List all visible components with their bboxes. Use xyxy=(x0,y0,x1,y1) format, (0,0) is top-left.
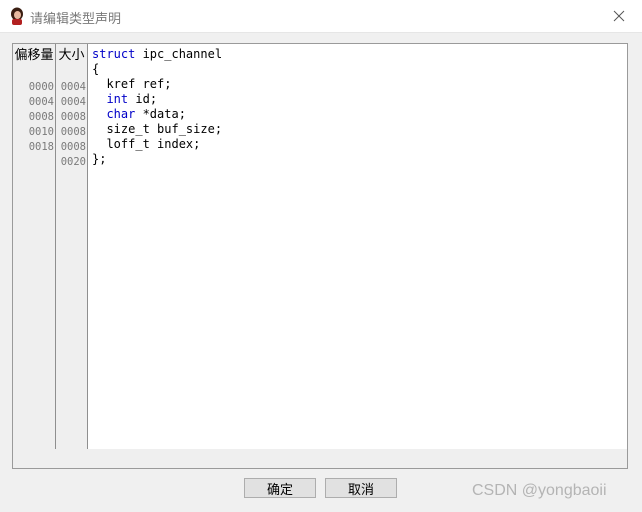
size-header: 大小 xyxy=(58,48,85,63)
size-value: 0008 xyxy=(60,141,86,153)
watermark: CSDN @yongbaoii xyxy=(472,482,607,499)
type-declaration-editor: 偏移量 0000 0004 0008 0010 0018 大小 0004 000… xyxy=(12,43,628,469)
offset-value: 0000 xyxy=(28,81,54,93)
avatar-icon xyxy=(11,7,23,25)
title-bar: 请编辑类型声明 xyxy=(0,0,642,33)
offset-header: 偏移量 xyxy=(14,48,54,63)
code-line: kref ref; xyxy=(92,77,172,91)
code-line: }; xyxy=(92,152,107,166)
offset-value: 0018 xyxy=(28,141,54,153)
size-value: 0008 xyxy=(60,126,86,138)
size-column: 大小 0004 0004 0008 0008 0008 0020 xyxy=(56,44,88,449)
keyword: struct xyxy=(92,47,136,61)
size-value: 0004 xyxy=(60,81,86,93)
close-button[interactable] xyxy=(596,0,642,32)
close-icon xyxy=(613,10,625,22)
offset-value: 0010 xyxy=(28,126,54,138)
code-line: size_t buf_size; xyxy=(92,122,223,136)
code-line: int id; xyxy=(88,92,627,107)
size-value: 0020 xyxy=(60,156,86,168)
code-text: ipc_channel xyxy=(135,47,223,61)
keyword: char xyxy=(106,107,136,121)
size-value: 0008 xyxy=(60,111,86,123)
ok-button[interactable]: 确定 xyxy=(244,478,316,498)
code-text: *data; xyxy=(135,107,186,121)
offset-column: 偏移量 0000 0004 0008 0010 0018 xyxy=(13,44,56,449)
code-text: id; xyxy=(128,92,158,106)
offset-value: 0004 xyxy=(28,96,54,108)
code-line: struct ipc_channel xyxy=(88,47,627,62)
offset-value: 0008 xyxy=(28,111,54,123)
keyword: int xyxy=(106,92,129,106)
code-line: loff_t index; xyxy=(92,137,201,151)
code-editor[interactable]: struct ipc_channel { kref ref; int id; c… xyxy=(88,44,627,449)
code-line: { xyxy=(92,62,100,76)
size-value: 0004 xyxy=(60,96,86,108)
code-line: char *data; xyxy=(88,107,627,122)
cancel-button[interactable]: 取消 xyxy=(325,478,397,498)
window-title: 请编辑类型声明 xyxy=(30,12,122,27)
